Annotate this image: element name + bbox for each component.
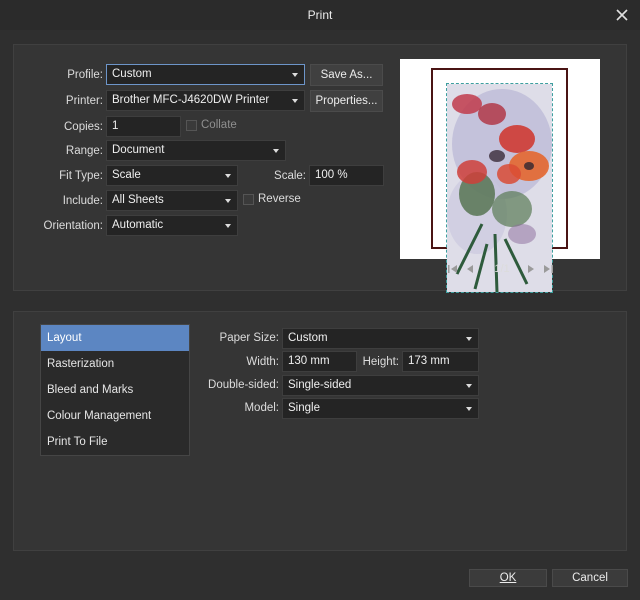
profile-dropdown[interactable]: Custom bbox=[106, 64, 305, 85]
width-input[interactable]: 130 mm bbox=[282, 351, 357, 372]
profile-value: Custom bbox=[112, 68, 152, 80]
copies-input[interactable]: 1 bbox=[106, 116, 181, 137]
range-value: Document bbox=[112, 144, 165, 156]
paper-size-dropdown[interactable]: Custom bbox=[282, 328, 479, 349]
scale-label: Scale: bbox=[274, 170, 306, 182]
height-input[interactable]: 173 mm bbox=[402, 351, 479, 372]
category-print-to-file[interactable]: Print To File bbox=[41, 429, 189, 455]
fit-type-label: Fit Type: bbox=[59, 170, 103, 182]
profile-label: Profile: bbox=[67, 69, 103, 81]
title-bar: Print bbox=[0, 0, 640, 30]
model-value: Single bbox=[288, 402, 320, 414]
fit-type-dropdown[interactable]: Scale bbox=[106, 165, 238, 186]
ok-button[interactable]: OK bbox=[469, 569, 547, 587]
artwork-image bbox=[446, 83, 553, 293]
category-bleed-and-marks[interactable]: Bleed and Marks bbox=[41, 377, 189, 403]
print-preview bbox=[400, 59, 600, 293]
printer-value: Brother MFC-J4620DW Printer bbox=[112, 94, 270, 106]
range-label: Range: bbox=[65, 145, 103, 157]
window-title: Print bbox=[307, 8, 333, 22]
printer-dropdown[interactable]: Brother MFC-J4620DW Printer bbox=[106, 90, 305, 111]
model-label: Model: bbox=[244, 402, 279, 414]
next-page-icon[interactable] bbox=[526, 263, 536, 277]
save-as-button[interactable]: Save As... bbox=[310, 64, 383, 86]
collate-label: Collate bbox=[201, 119, 237, 131]
first-page-icon[interactable] bbox=[447, 263, 459, 277]
page-indicator: 1/1 bbox=[494, 263, 510, 275]
orientation-label: Orientation: bbox=[43, 220, 103, 232]
category-colour-management[interactable]: Colour Management bbox=[41, 403, 189, 429]
watercolor-poppies bbox=[447, 84, 552, 292]
height-label: Height: bbox=[362, 356, 399, 368]
range-dropdown[interactable]: Document bbox=[106, 140, 286, 161]
cancel-button[interactable]: Cancel bbox=[552, 569, 628, 587]
copies-label: Copies: bbox=[64, 121, 103, 133]
include-value: All Sheets bbox=[112, 194, 164, 206]
options-category-list: Layout Rasterization Bleed and Marks Col… bbox=[40, 324, 190, 456]
fit-type-value: Scale bbox=[112, 169, 141, 181]
reverse-checkbox[interactable] bbox=[243, 194, 254, 205]
category-rasterization[interactable]: Rasterization bbox=[41, 351, 189, 377]
double-sided-label: Double-sided: bbox=[208, 379, 279, 391]
include-dropdown[interactable]: All Sheets bbox=[106, 190, 238, 211]
category-layout[interactable]: Layout bbox=[41, 325, 189, 351]
reverse-label: Reverse bbox=[258, 193, 301, 205]
include-label: Include: bbox=[62, 195, 103, 207]
width-label: Width: bbox=[246, 356, 279, 368]
orientation-dropdown[interactable]: Automatic bbox=[106, 215, 238, 236]
properties-button[interactable]: Properties... bbox=[310, 90, 383, 112]
double-sided-value: Single-sided bbox=[288, 379, 352, 391]
collate-checkbox[interactable] bbox=[186, 120, 197, 131]
model-dropdown[interactable]: Single bbox=[282, 398, 479, 419]
printer-label: Printer: bbox=[65, 95, 103, 107]
scale-input[interactable]: 100 % bbox=[309, 165, 384, 186]
orientation-value: Automatic bbox=[112, 219, 164, 231]
last-page-icon[interactable] bbox=[542, 263, 554, 277]
paper-size-value: Custom bbox=[288, 332, 328, 344]
prev-page-icon[interactable] bbox=[465, 263, 475, 277]
close-icon[interactable] bbox=[612, 5, 632, 25]
paper-size-label: Paper Size: bbox=[219, 332, 279, 344]
double-sided-dropdown[interactable]: Single-sided bbox=[282, 375, 479, 396]
